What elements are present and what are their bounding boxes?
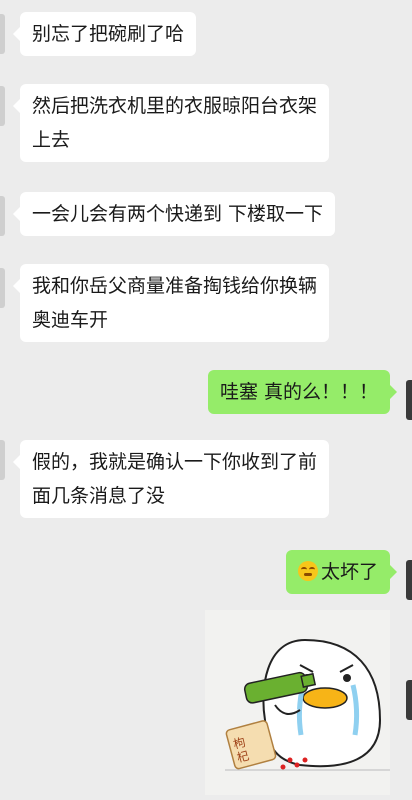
- sender-avatar[interactable]: [0, 440, 5, 480]
- message-bubble-incoming[interactable]: 一会儿会有两个快递到 下楼取一下: [12, 192, 336, 236]
- message-text: 然后把洗衣机里的衣服晾阳台衣架: [32, 95, 318, 117]
- self-avatar[interactable]: [406, 680, 412, 720]
- message-bubble-outgoing[interactable]: 太坏了: [285, 550, 398, 594]
- message-bubble-incoming[interactable]: 然后把洗衣机里的衣服晾阳台衣架 上去: [12, 84, 330, 162]
- crying-duck-sticker[interactable]: 枸杞: [205, 610, 390, 795]
- sender-avatar[interactable]: [0, 196, 5, 236]
- message-text: 太坏了: [320, 561, 378, 583]
- message-bubble-outgoing[interactable]: 哇塞 真的么！！！: [207, 370, 398, 414]
- message-text: 奥迪车开: [32, 309, 109, 331]
- message-bubble-incoming[interactable]: 假的，我就是确认一下你收到了前 面几条消息了没: [12, 440, 330, 518]
- message-text: 我和你岳父商量准备掏钱给你换辆: [32, 275, 318, 297]
- self-avatar[interactable]: [406, 560, 412, 600]
- message-text: 面几条消息了没: [32, 485, 166, 507]
- sender-avatar[interactable]: [0, 14, 5, 54]
- duck-illustration: [225, 638, 390, 771]
- grimacing-face-icon: [297, 561, 318, 581]
- message-text: 哇塞 真的么！！！: [219, 381, 378, 403]
- message-text: 上去: [32, 129, 71, 151]
- message-text: 假的，我就是确认一下你收到了前: [32, 451, 318, 473]
- self-avatar[interactable]: [406, 380, 412, 420]
- message-bubble-incoming[interactable]: 别忘了把碗刷了哈: [12, 12, 197, 56]
- message-text: 别忘了把碗刷了哈: [32, 23, 185, 45]
- message-text: 一会儿会有两个快递到 下楼取一下: [32, 203, 324, 225]
- sender-avatar[interactable]: [0, 268, 5, 308]
- message-bubble-incoming[interactable]: 我和你岳父商量准备掏钱给你换辆 奥迪车开: [12, 264, 330, 342]
- sender-avatar[interactable]: [0, 86, 5, 126]
